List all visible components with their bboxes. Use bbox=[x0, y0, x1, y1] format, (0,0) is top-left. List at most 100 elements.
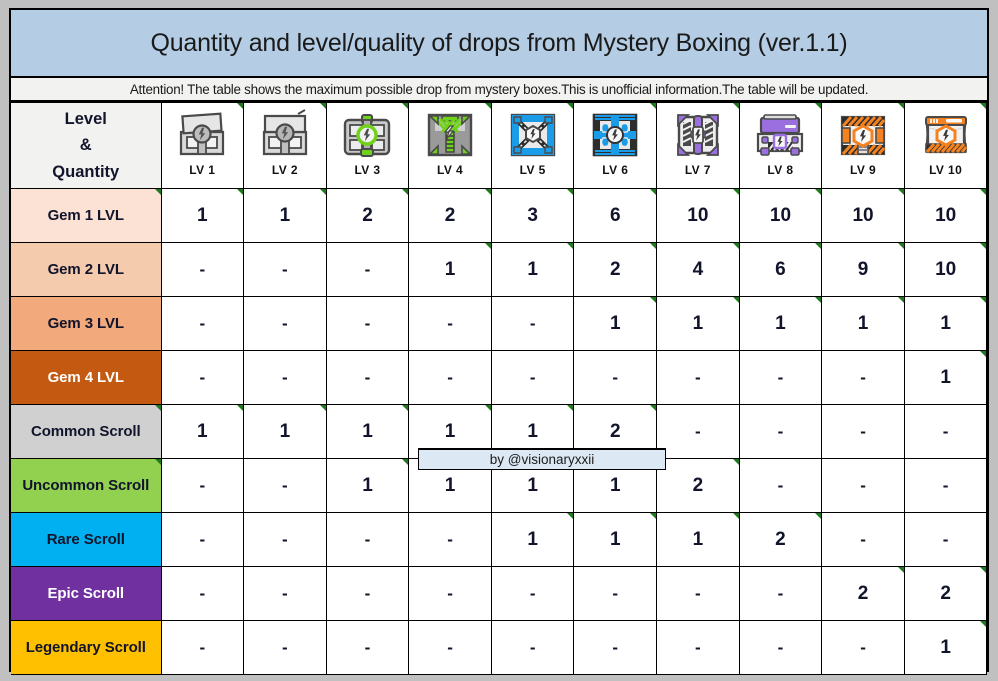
cell-r4-c2[interactable]: - bbox=[243, 350, 327, 405]
cell-r4-c5[interactable]: - bbox=[490, 350, 575, 405]
cell-r3-c8[interactable]: 1 bbox=[738, 296, 823, 351]
cell-r4-c4[interactable]: - bbox=[408, 350, 492, 405]
cell-r2-c8[interactable]: 6 bbox=[738, 242, 823, 297]
cell-r3-c10[interactable]: 1 bbox=[903, 296, 988, 351]
column-header-lv8[interactable]: LV 8 bbox=[738, 102, 823, 189]
cell-r1-c2[interactable]: 1 bbox=[243, 188, 327, 243]
cell-r9-c7[interactable]: - bbox=[656, 620, 740, 675]
cell-r7-c5[interactable]: 1 bbox=[490, 512, 575, 567]
row-header-epic-scroll[interactable]: Epic Scroll bbox=[11, 566, 162, 621]
cell-r8-c6[interactable]: - bbox=[573, 566, 658, 621]
cell-r2-c2[interactable]: - bbox=[243, 242, 327, 297]
cell-r5-c9[interactable]: - bbox=[821, 404, 905, 459]
column-header-lv5[interactable]: LV 5 bbox=[490, 102, 575, 189]
cell-r4-c7[interactable]: - bbox=[656, 350, 740, 405]
cell-r8-c10[interactable]: 2 bbox=[903, 566, 988, 621]
cell-r4-c6[interactable]: - bbox=[573, 350, 658, 405]
cell-r6-c10[interactable]: - bbox=[903, 458, 988, 513]
cell-r5-c8[interactable]: - bbox=[738, 404, 823, 459]
cell-r3-c1[interactable]: - bbox=[160, 296, 245, 351]
cell-r4-c1[interactable]: - bbox=[160, 350, 245, 405]
cell-r9-c5[interactable]: - bbox=[490, 620, 575, 675]
cell-r5-c10[interactable]: - bbox=[903, 404, 988, 459]
cell-r8-c5[interactable]: - bbox=[490, 566, 575, 621]
cell-r2-c7[interactable]: 4 bbox=[656, 242, 740, 297]
cell-r6-c8[interactable]: - bbox=[738, 458, 823, 513]
cell-r6-c2[interactable]: - bbox=[243, 458, 327, 513]
cell-r3-c3[interactable]: - bbox=[325, 296, 410, 351]
cell-r8-c3[interactable]: - bbox=[325, 566, 410, 621]
cell-r1-c10[interactable]: 10 bbox=[903, 188, 988, 243]
column-header-lv10[interactable]: LV 10 bbox=[903, 102, 988, 189]
cell-r7-c8[interactable]: 2 bbox=[738, 512, 823, 567]
cell-r7-c10[interactable]: - bbox=[903, 512, 988, 567]
cell-r1-c9[interactable]: 10 bbox=[821, 188, 905, 243]
cell-r4-c10[interactable]: 1 bbox=[903, 350, 988, 405]
column-header-lv2[interactable]: LV 2 bbox=[243, 102, 327, 189]
cell-r7-c9[interactable]: - bbox=[821, 512, 905, 567]
cell-r4-c3[interactable]: - bbox=[325, 350, 410, 405]
cell-r3-c5[interactable]: - bbox=[490, 296, 575, 351]
column-header-lv3[interactable]: LV 3 bbox=[325, 102, 410, 189]
cell-r8-c2[interactable]: - bbox=[243, 566, 327, 621]
cell-r8-c1[interactable]: - bbox=[160, 566, 245, 621]
cell-r7-c1[interactable]: - bbox=[160, 512, 245, 567]
column-header-lv9[interactable]: LV 9 bbox=[821, 102, 905, 189]
cell-r8-c8[interactable]: - bbox=[738, 566, 823, 621]
cell-r9-c4[interactable]: - bbox=[408, 620, 492, 675]
column-header-lv7[interactable]: LV 7 bbox=[656, 102, 740, 189]
cell-r4-c9[interactable]: - bbox=[821, 350, 905, 405]
column-header-lv4[interactable]: LV 4 bbox=[408, 102, 492, 189]
row-header-rare-scroll[interactable]: Rare Scroll bbox=[11, 512, 162, 567]
cell-r7-c7[interactable]: 1 bbox=[656, 512, 740, 567]
cell-r6-c3[interactable]: 1 bbox=[325, 458, 410, 513]
cell-r8-c9[interactable]: 2 bbox=[821, 566, 905, 621]
cell-r5-c3[interactable]: 1 bbox=[325, 404, 410, 459]
cell-r5-c2[interactable]: 1 bbox=[243, 404, 327, 459]
cell-r9-c10[interactable]: 1 bbox=[903, 620, 988, 675]
cell-r3-c7[interactable]: 1 bbox=[656, 296, 740, 351]
cell-r3-c4[interactable]: - bbox=[408, 296, 492, 351]
cell-r6-c1[interactable]: - bbox=[160, 458, 245, 513]
row-header-legendary-scroll[interactable]: Legendary Scroll bbox=[11, 620, 162, 675]
cell-r6-c7[interactable]: 2 bbox=[656, 458, 740, 513]
cell-r3-c9[interactable]: 1 bbox=[821, 296, 905, 351]
row-header-uncommon-scroll[interactable]: Uncommon Scroll bbox=[11, 458, 162, 513]
row-header-common-scroll[interactable]: Common Scroll bbox=[11, 404, 162, 459]
cell-r7-c6[interactable]: 1 bbox=[573, 512, 658, 567]
cell-r2-c9[interactable]: 9 bbox=[821, 242, 905, 297]
cell-r2-c10[interactable]: 10 bbox=[903, 242, 988, 297]
cell-r3-c6[interactable]: 1 bbox=[573, 296, 658, 351]
cell-r8-c4[interactable]: - bbox=[408, 566, 492, 621]
cell-r9-c6[interactable]: - bbox=[573, 620, 658, 675]
cell-r7-c3[interactable]: - bbox=[325, 512, 410, 567]
row-header-gem-4-lvl[interactable]: Gem 4 LVL bbox=[11, 350, 162, 405]
cell-r9-c9[interactable]: - bbox=[821, 620, 905, 675]
cell-r2-c6[interactable]: 2 bbox=[573, 242, 658, 297]
cell-r2-c5[interactable]: 1 bbox=[490, 242, 575, 297]
column-header-lv6[interactable]: LV 6 bbox=[573, 102, 658, 189]
row-header-gem-2-lvl[interactable]: Gem 2 LVL bbox=[11, 242, 162, 297]
cell-r2-c1[interactable]: - bbox=[160, 242, 245, 297]
cell-r9-c2[interactable]: - bbox=[243, 620, 327, 675]
cell-r7-c2[interactable]: - bbox=[243, 512, 327, 567]
cell-r2-c3[interactable]: - bbox=[325, 242, 410, 297]
cell-r6-c9[interactable]: - bbox=[821, 458, 905, 513]
cell-r9-c1[interactable]: - bbox=[160, 620, 245, 675]
cell-r5-c7[interactable]: - bbox=[656, 404, 740, 459]
cell-r7-c4[interactable]: - bbox=[408, 512, 492, 567]
cell-r5-c1[interactable]: 1 bbox=[160, 404, 245, 459]
cell-r9-c8[interactable]: - bbox=[738, 620, 823, 675]
cell-r2-c4[interactable]: 1 bbox=[408, 242, 492, 297]
cell-r3-c2[interactable]: - bbox=[243, 296, 327, 351]
cell-r1-c5[interactable]: 3 bbox=[490, 188, 575, 243]
cell-r9-c3[interactable]: - bbox=[325, 620, 410, 675]
cell-r1-c1[interactable]: 1 bbox=[160, 188, 245, 243]
cell-r1-c8[interactable]: 10 bbox=[738, 188, 823, 243]
row-header-gem-3-lvl[interactable]: Gem 3 LVL bbox=[11, 296, 162, 351]
cell-r8-c7[interactable]: - bbox=[656, 566, 740, 621]
cell-r1-c7[interactable]: 10 bbox=[656, 188, 740, 243]
cell-r1-c3[interactable]: 2 bbox=[325, 188, 410, 243]
column-header-lv1[interactable]: LV 1 bbox=[160, 102, 245, 189]
cell-r1-c6[interactable]: 6 bbox=[573, 188, 658, 243]
